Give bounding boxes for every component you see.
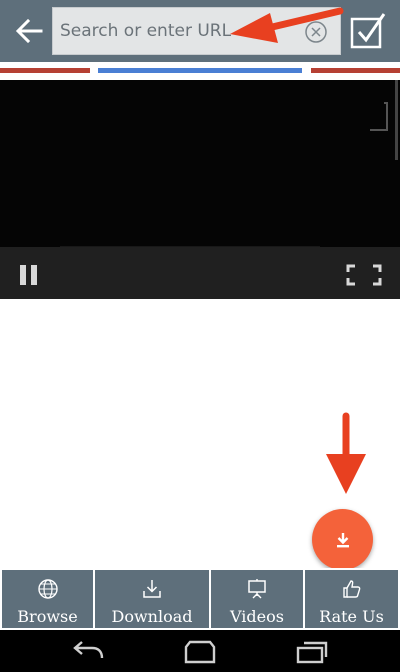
fullscreen-icon (346, 264, 382, 286)
system-nav-bar (0, 630, 400, 672)
tab-rate-us[interactable]: Rate Us (305, 570, 398, 628)
pause-icon (20, 265, 37, 285)
nav-back-icon[interactable] (68, 638, 108, 666)
annotation-arrow-download (326, 412, 366, 494)
annotation-arrow-search (230, 7, 344, 43)
nav-home-icon[interactable] (178, 638, 222, 666)
globe-icon (37, 579, 58, 599)
fullscreen-button[interactable] (346, 264, 382, 286)
download-icon (336, 532, 349, 547)
download-tray-icon (143, 580, 161, 598)
nav-recents-icon[interactable] (292, 638, 332, 666)
tab-download[interactable]: Download (95, 570, 209, 628)
tab-label: Browse (17, 607, 78, 626)
tab-videos[interactable]: Videos (211, 570, 303, 628)
tab-label: Videos (230, 607, 284, 626)
download-fab[interactable] (312, 509, 373, 570)
accent-line-center (98, 68, 302, 73)
accent-line-left (0, 68, 90, 73)
tab-label: Rate Us (319, 607, 384, 626)
accent-line-right (311, 68, 400, 73)
video-controls-bar (0, 247, 400, 299)
arrow-left-icon (15, 19, 43, 43)
select-button[interactable] (350, 11, 386, 51)
bottom-tab-bar: Browse Download Videos Rate Us (0, 568, 400, 630)
presentation-board-icon (248, 579, 266, 599)
tab-label: Download (111, 607, 193, 626)
checkbox-check-icon (350, 13, 386, 49)
app-screen: Browse Download Videos Rate Us (0, 0, 400, 672)
thumbs-up-icon (342, 580, 360, 598)
tab-browse[interactable]: Browse (2, 570, 93, 628)
pause-button[interactable] (18, 264, 40, 286)
back-button[interactable] (10, 12, 48, 50)
